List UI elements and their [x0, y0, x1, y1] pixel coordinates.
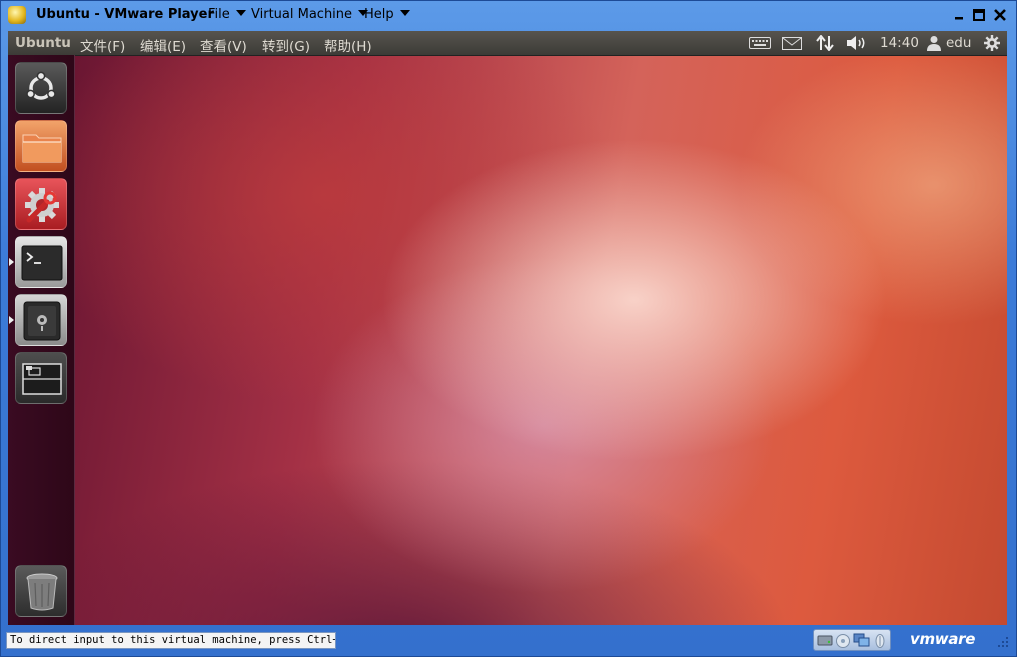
maximize-button[interactable] [969, 6, 989, 24]
user-name[interactable]: edu [946, 35, 971, 51]
title-bar[interactable]: Ubuntu - VMware Player File Virtual Mach… [0, 0, 1017, 31]
virtual-machine-screen[interactable]: Ubuntu 文件(F) 编辑(E) 查看(V) 转到(G) 帮助(H) 14:… [8, 31, 1007, 625]
panel-menu-view[interactable]: 查看(V) [200, 35, 247, 55]
maximize-icon [973, 9, 985, 21]
ubuntu-top-panel: Ubuntu 文件(F) 编辑(E) 查看(V) 转到(G) 帮助(H) 14:… [8, 31, 1007, 56]
unity-launcher [8, 55, 75, 625]
minimize-button[interactable] [949, 6, 969, 24]
launcher-item-trash[interactable] [15, 565, 67, 617]
settings-gear-wrench-icon [25, 188, 59, 223]
chevron-down-icon [399, 10, 410, 16]
minimize-icon [955, 17, 963, 20]
panel-menu-edit[interactable]: 编辑(E) [140, 35, 186, 55]
clock[interactable]: 14:40 [880, 35, 919, 51]
launcher-item-app-safe[interactable] [15, 294, 67, 346]
network-arrows-icon [816, 35, 834, 51]
hard-disk-icon[interactable] [817, 633, 833, 647]
launcher-item-terminal[interactable] [15, 236, 67, 288]
envelope-icon [782, 36, 802, 50]
user-indicator[interactable] [926, 34, 942, 52]
device-status-tray[interactable] [813, 629, 891, 651]
usb-device-icon[interactable] [874, 633, 886, 649]
close-button[interactable] [990, 6, 1010, 24]
window-title: Ubuntu - VMware Player [36, 7, 214, 22]
keyboard-icon [749, 37, 771, 49]
cd-rom-icon[interactable] [835, 633, 851, 649]
launcher-item-workspace-switcher[interactable] [15, 352, 67, 404]
vmware-logo: vmware [910, 630, 976, 648]
panel-menu-help[interactable]: 帮助(H) [324, 35, 372, 55]
keyboard-indicator[interactable] [748, 34, 772, 52]
resize-grip-icon[interactable] [990, 633, 1012, 653]
network-adapter-icon[interactable] [853, 632, 871, 648]
user-icon [927, 36, 941, 51]
launcher-item-system-settings[interactable] [15, 178, 67, 230]
menu-file[interactable]: File [208, 7, 246, 22]
speaker-icon [847, 36, 865, 50]
chevron-down-icon [235, 10, 246, 16]
network-indicator[interactable] [814, 34, 836, 52]
menu-virtual-machine[interactable]: Virtual Machine [251, 7, 369, 22]
messaging-indicator[interactable] [781, 34, 803, 52]
panel-menu-file[interactable]: 文件(F) [80, 35, 125, 55]
session-gear-icon [984, 35, 1000, 51]
sound-indicator[interactable] [845, 34, 869, 52]
menu-help[interactable]: Help [364, 7, 410, 22]
launcher-item-home-folder[interactable] [15, 120, 67, 172]
input-hint-message: To direct input to this virtual machine,… [6, 632, 336, 649]
ubuntu-brand-label: Ubuntu [15, 35, 71, 51]
ubuntu-logo-icon [26, 71, 56, 100]
desktop-wallpaper[interactable] [74, 55, 1007, 625]
trash-icon [26, 573, 58, 611]
vmware-app-icon[interactable] [8, 6, 26, 24]
close-icon [994, 9, 1006, 21]
launcher-item-dash-home[interactable] [15, 62, 67, 114]
running-app-indicator [9, 258, 14, 266]
safe-icon [23, 301, 61, 341]
session-menu[interactable] [981, 34, 1003, 52]
folder-icon [22, 134, 62, 163]
panel-menu-go[interactable]: 转到(G) [262, 35, 310, 55]
running-app-indicator [9, 316, 14, 324]
workspace-switcher-icon [22, 363, 62, 395]
terminal-icon [21, 245, 63, 281]
